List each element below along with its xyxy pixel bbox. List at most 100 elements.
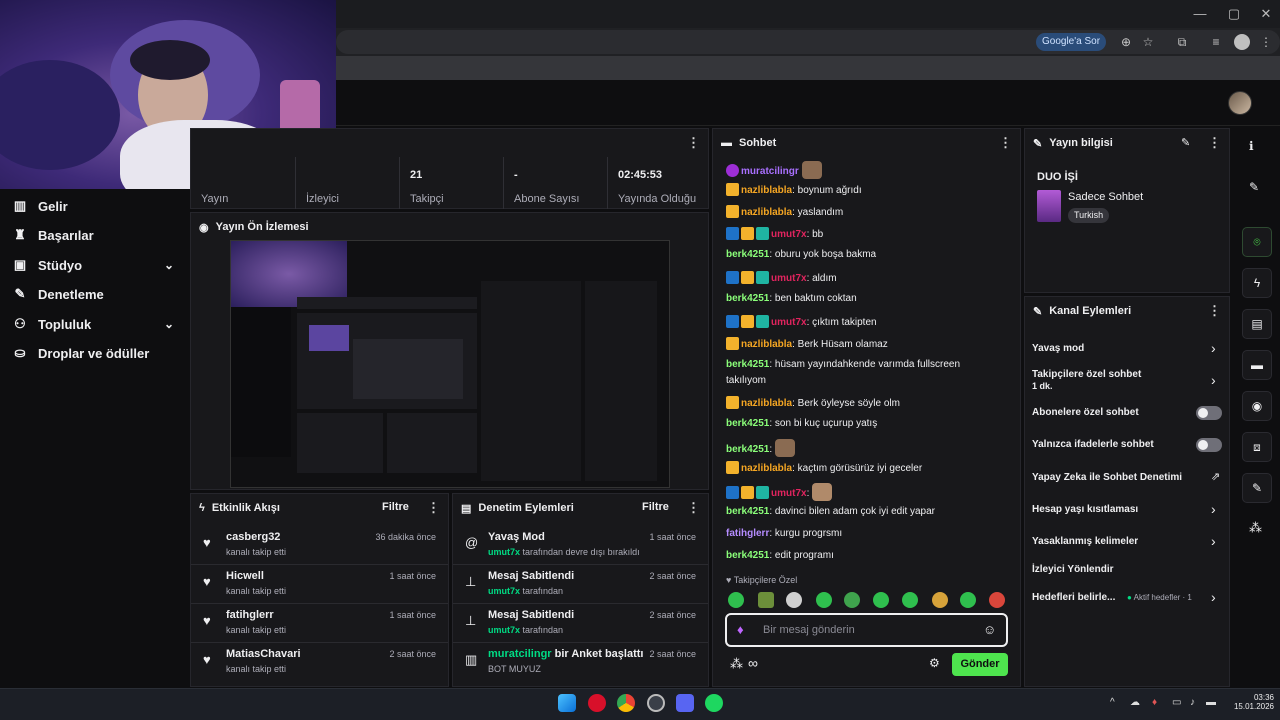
gear-icon[interactable]: ⚙ xyxy=(929,656,940,670)
emote-icon[interactable] xyxy=(873,592,889,608)
mod-user[interactable]: umut7x xyxy=(488,586,520,596)
tray-chevron-icon[interactable]: ^ xyxy=(1110,697,1115,708)
mic-icon[interactable]: ♦ xyxy=(1152,697,1157,708)
more-options-icon[interactable]: ⋮ xyxy=(999,135,1012,151)
external-link-icon[interactable]: ⇗ xyxy=(1211,470,1220,483)
user-name[interactable]: casberg32 xyxy=(226,531,280,543)
chrome-icon[interactable] xyxy=(617,694,635,712)
spotify-icon[interactable] xyxy=(705,694,723,712)
chat-username[interactable]: berk4251 xyxy=(726,418,769,429)
google-ask-button[interactable]: Google'a Sor xyxy=(1036,33,1107,51)
redirect-action[interactable]: İzleyici Yönlendir xyxy=(1032,564,1114,575)
extensions-icon[interactable]: ⧉ xyxy=(1174,34,1190,50)
media-icon[interactable]: ≡ xyxy=(1208,34,1224,50)
zoom-icon[interactable]: ⊕ xyxy=(1118,34,1134,50)
avatar[interactable] xyxy=(1228,91,1252,115)
chat-username[interactable]: berk4251 xyxy=(726,359,769,370)
more-options-icon[interactable]: ⋮ xyxy=(427,500,440,516)
category-box-art[interactable] xyxy=(1037,190,1061,222)
chat-username[interactable]: berk4251 xyxy=(726,249,769,260)
category-name[interactable]: Sadece Sohbet xyxy=(1068,191,1143,203)
discord-icon[interactable] xyxy=(676,694,694,712)
chat-username[interactable]: berk4251 xyxy=(726,444,769,455)
app-icon[interactable] xyxy=(647,694,665,712)
chevron-right-icon[interactable]: › xyxy=(1211,340,1216,356)
bookmark-star-icon[interactable]: ☆ xyxy=(1140,34,1156,50)
browser-profile-avatar[interactable] xyxy=(1234,34,1250,50)
emote-icon[interactable] xyxy=(816,592,832,608)
user-name[interactable]: Hicwell xyxy=(226,570,264,582)
filter-button[interactable]: Filtre xyxy=(382,501,409,513)
account-age-action[interactable]: Hesap yaşı kısıtlaması xyxy=(1032,504,1138,515)
chevron-right-icon[interactable]: › xyxy=(1211,372,1216,388)
banned-words-action[interactable]: Yasaklanmış kelimeler xyxy=(1032,536,1138,547)
emote-icon[interactable] xyxy=(844,592,860,608)
sidebar-item-topluluk[interactable]: ⚇ Topluluk ⌄ xyxy=(0,310,190,338)
chevron-right-icon[interactable]: › xyxy=(1211,589,1216,605)
chat-username[interactable]: umut7x xyxy=(771,273,807,284)
user-name[interactable]: fatihglerr xyxy=(226,609,274,621)
followers-chat-action[interactable]: Takipçilere özel sohbet xyxy=(1032,369,1141,380)
sidebar-item-denetleme[interactable]: ✎ Denetleme xyxy=(0,280,190,308)
slow-mode-action[interactable]: Yavaş mod xyxy=(1032,343,1084,354)
quick-action-wrench-icon[interactable]: ✎ xyxy=(1242,473,1272,503)
chat-username[interactable]: berk4251 xyxy=(726,550,769,561)
chat-username[interactable]: nazliblabla xyxy=(741,463,792,474)
sidebar-item-studyo[interactable]: ▣ Stüdyo ⌄ xyxy=(0,251,190,279)
sidebar-item-basarilar[interactable]: ♜ Başarılar xyxy=(0,221,190,249)
quick-action-notes-icon[interactable]: ▤ xyxy=(1242,309,1272,339)
stream-preview-video[interactable] xyxy=(230,240,670,488)
minimize-icon[interactable]: — xyxy=(1192,6,1208,22)
chat-username[interactable]: nazliblabla xyxy=(741,207,792,218)
sidebar-item-gelir[interactable]: ▥ Gelir xyxy=(0,192,190,220)
chat-username[interactable]: berk4251 xyxy=(726,506,769,517)
chat-username[interactable]: muratcilingr xyxy=(741,166,799,177)
quick-action-chat-icon[interactable]: ▬ xyxy=(1242,350,1272,380)
edit-icon[interactable]: ✎ xyxy=(1249,180,1259,194)
user-name[interactable]: MatiasChavari xyxy=(226,648,301,660)
mod-user[interactable]: umut7x xyxy=(488,625,520,635)
opera-icon[interactable] xyxy=(588,694,606,712)
chat-settings-icon[interactable]: ⁂ xyxy=(730,656,743,672)
chat-username[interactable]: umut7x xyxy=(771,488,807,499)
clock[interactable]: 03:36 15.01.2026 xyxy=(1226,693,1274,711)
chat-username[interactable]: umut7x xyxy=(771,229,807,240)
edit-icon[interactable]: ✎ xyxy=(1181,136,1190,149)
more-options-icon[interactable]: ⋮ xyxy=(1208,135,1221,151)
chat-username[interactable]: berk4251 xyxy=(726,293,769,304)
mic-icon[interactable]: ♦ xyxy=(737,622,744,637)
quick-action-bolt-icon[interactable]: ϟ xyxy=(1242,268,1272,298)
close-icon[interactable]: ✕ xyxy=(1258,6,1274,22)
mod-user[interactable]: umut7x xyxy=(488,547,520,557)
subs-chat-toggle[interactable] xyxy=(1196,406,1222,420)
emote-chat-toggle[interactable] xyxy=(1196,438,1222,452)
quick-action-broadcast-icon[interactable]: ◉ xyxy=(1242,391,1272,421)
emote-icon[interactable] xyxy=(758,592,774,608)
emote-icon[interactable] xyxy=(960,592,976,608)
windows-start-icon[interactable] xyxy=(558,694,576,712)
cloud-icon[interactable]: ☁ xyxy=(1130,697,1140,708)
chat-username[interactable]: nazliblabla xyxy=(741,398,792,409)
filter-button[interactable]: Filtre xyxy=(642,501,669,513)
mod-user[interactable]: muratcilingr xyxy=(488,648,552,660)
chat-input[interactable]: ♦ Bir mesaj gönderin ☺ xyxy=(725,613,1008,647)
more-options-icon[interactable]: ⋮ xyxy=(687,500,700,516)
infinity-icon[interactable]: ∞ xyxy=(748,655,758,671)
sidebar-item-droplar[interactable]: ⛀ Droplar ve ödüller xyxy=(0,339,190,367)
more-options-icon[interactable]: ⋮ xyxy=(687,135,700,151)
emote-icon[interactable] xyxy=(728,592,744,608)
chevron-right-icon[interactable]: › xyxy=(1211,501,1216,517)
emote-icon[interactable] xyxy=(989,592,1005,608)
goals-action[interactable]: Hedefleri belirle... xyxy=(1032,592,1115,603)
volume-icon[interactable]: ♪ xyxy=(1190,697,1195,708)
browser-menu-icon[interactable]: ⋮ xyxy=(1258,34,1274,50)
emote-icon[interactable] xyxy=(932,592,948,608)
emoji-icon[interactable]: ☺ xyxy=(983,622,996,637)
chat-username[interactable]: nazliblabla xyxy=(741,185,792,196)
address-bar[interactable] xyxy=(336,30,1280,54)
network-icon[interactable]: ▭ xyxy=(1172,697,1181,708)
chat-username[interactable]: fatihglerr xyxy=(726,528,769,539)
chat-username[interactable]: umut7x xyxy=(771,317,807,328)
maximize-icon[interactable]: ▢ xyxy=(1226,6,1242,22)
ai-mod-action[interactable]: Yapay Zeka ile Sohbet Denetimi xyxy=(1032,472,1182,483)
